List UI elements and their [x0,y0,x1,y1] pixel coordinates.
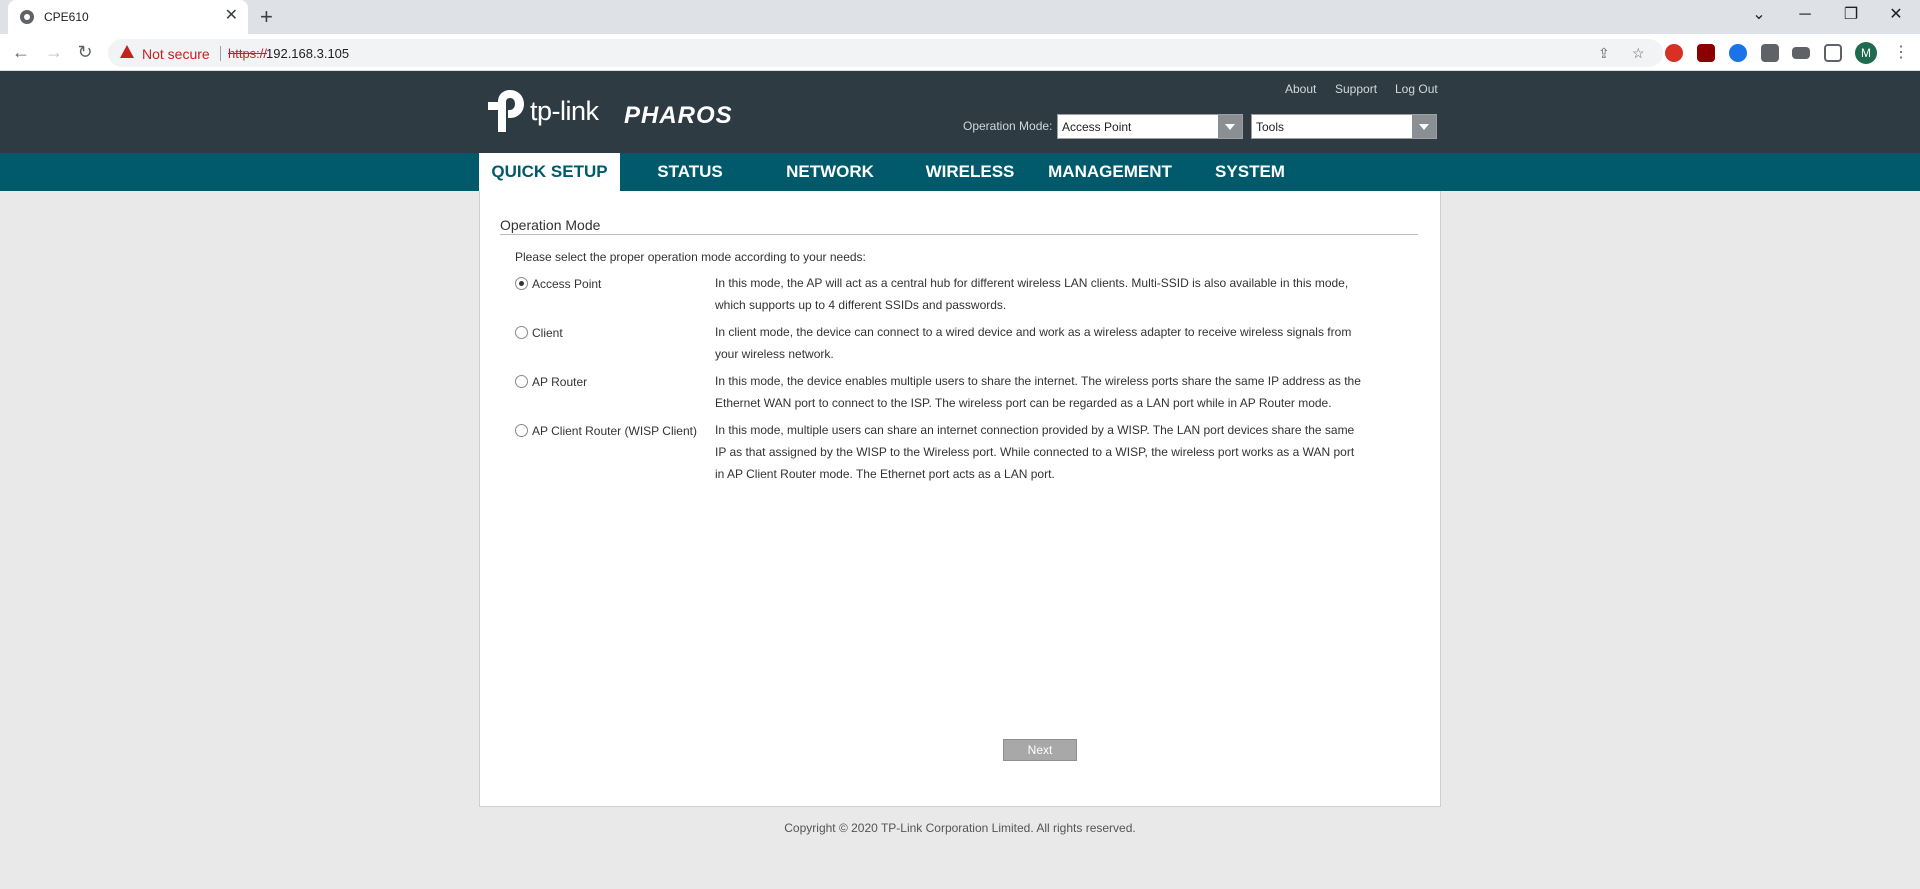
url-scheme: https:// [228,46,268,61]
browser-tab-strip: CPE610 ✕ + ⌄ ─ ❐ ✕ [0,0,1920,34]
tp-link-logo-icon [488,90,524,132]
profile-avatar[interactable]: M [1855,42,1877,64]
radio-ap-router[interactable] [515,375,528,388]
chrome-menu-icon[interactable]: ⋮ [1893,42,1909,62]
chevron-down-icon [1412,115,1436,138]
router-header [0,71,1920,153]
address-bar[interactable]: Not secure https:// 192.168.3.105 ⇪ ☆ [108,39,1663,67]
mode-description: In this mode, the AP will act as a centr… [715,276,1349,312]
tools-value: Tools [1256,120,1285,134]
close-window-button[interactable]: ✕ [1881,4,1911,26]
extensions-puzzle-icon[interactable] [1761,44,1779,62]
separator [220,46,221,61]
mode-description: In this mode, multiple users can share a… [715,423,1355,481]
support-link[interactable]: Support [1335,82,1377,96]
ublock-origin-icon[interactable] [1697,44,1715,62]
reload-button[interactable]: ↻ [74,42,96,62]
browser-tab[interactable]: CPE610 ✕ [8,0,248,34]
minimize-button[interactable]: ─ [1790,4,1820,26]
bookmark-star-icon[interactable]: ☆ [1632,45,1645,62]
tab-title: CPE610 [44,10,89,24]
tab-search-icon[interactable]: ⌄ [1744,4,1774,26]
share-icon[interactable]: ⇪ [1598,45,1610,62]
globe-icon [20,10,34,24]
mode-label-ap-client-router[interactable]: AP Client Router (WISP Client) [532,424,697,438]
security-status[interactable]: Not secure [142,46,210,62]
tab-wireless[interactable]: WIRELESS [910,153,1030,191]
new-tab-button[interactable]: + [260,5,273,29]
copyright-text: Copyright © 2020 TP-Link Corporation Lim… [784,821,1136,835]
forward-button[interactable]: → [43,42,65,62]
mode-label-access-point[interactable]: Access Point [532,277,601,291]
about-link[interactable]: About [1285,82,1316,96]
chevron-down-icon [1218,115,1242,138]
back-button[interactable]: ← [10,42,32,62]
side-panel-icon[interactable] [1824,44,1842,62]
tab-management[interactable]: MANAGEMENT [1040,153,1180,191]
tab-status[interactable]: STATUS [640,153,740,191]
mode-description: In this mode, the device enables multipl… [715,374,1361,410]
radio-ap-client-router[interactable] [515,424,528,437]
operation-mode-select[interactable]: Access Point [1057,114,1243,139]
mode-label-ap-router[interactable]: AP Router [532,375,587,389]
operation-mode-value: Access Point [1062,120,1132,134]
logout-link[interactable]: Log Out [1395,82,1438,96]
tab-network[interactable]: NETWORK [770,153,890,191]
mode-description: In client mode, the device can connect t… [715,325,1352,361]
logo-text: tp-link [530,96,599,126]
tools-select[interactable]: Tools [1251,114,1437,139]
product-logo: PHAROS [624,102,733,129]
extension-wave-icon[interactable] [1729,44,1747,62]
operation-mode-label: Operation Mode: [963,119,1053,133]
radio-client[interactable] [515,326,528,339]
radio-access-point[interactable] [515,277,528,290]
warning-icon [120,45,134,58]
url-host: 192.168.3.105 [266,46,350,61]
divider [500,234,1418,235]
reading-list-icon[interactable] [1792,47,1810,59]
next-button[interactable]: Next [1003,739,1077,761]
tab-system[interactable]: SYSTEM [1200,153,1300,191]
restore-button[interactable]: ❐ [1836,4,1866,26]
extension-stop-icon[interactable] [1665,44,1683,62]
browser-toolbar: ← → ↻ Not secure https:// 192.168.3.105 … [0,34,1920,71]
close-tab-icon[interactable]: ✕ [225,7,238,25]
tab-quick-setup[interactable]: QUICK SETUP [479,153,620,191]
mode-label-client[interactable]: Client [532,326,563,340]
section-title: Operation Mode [500,217,601,233]
intro-text: Please select the proper operation mode … [515,250,866,264]
